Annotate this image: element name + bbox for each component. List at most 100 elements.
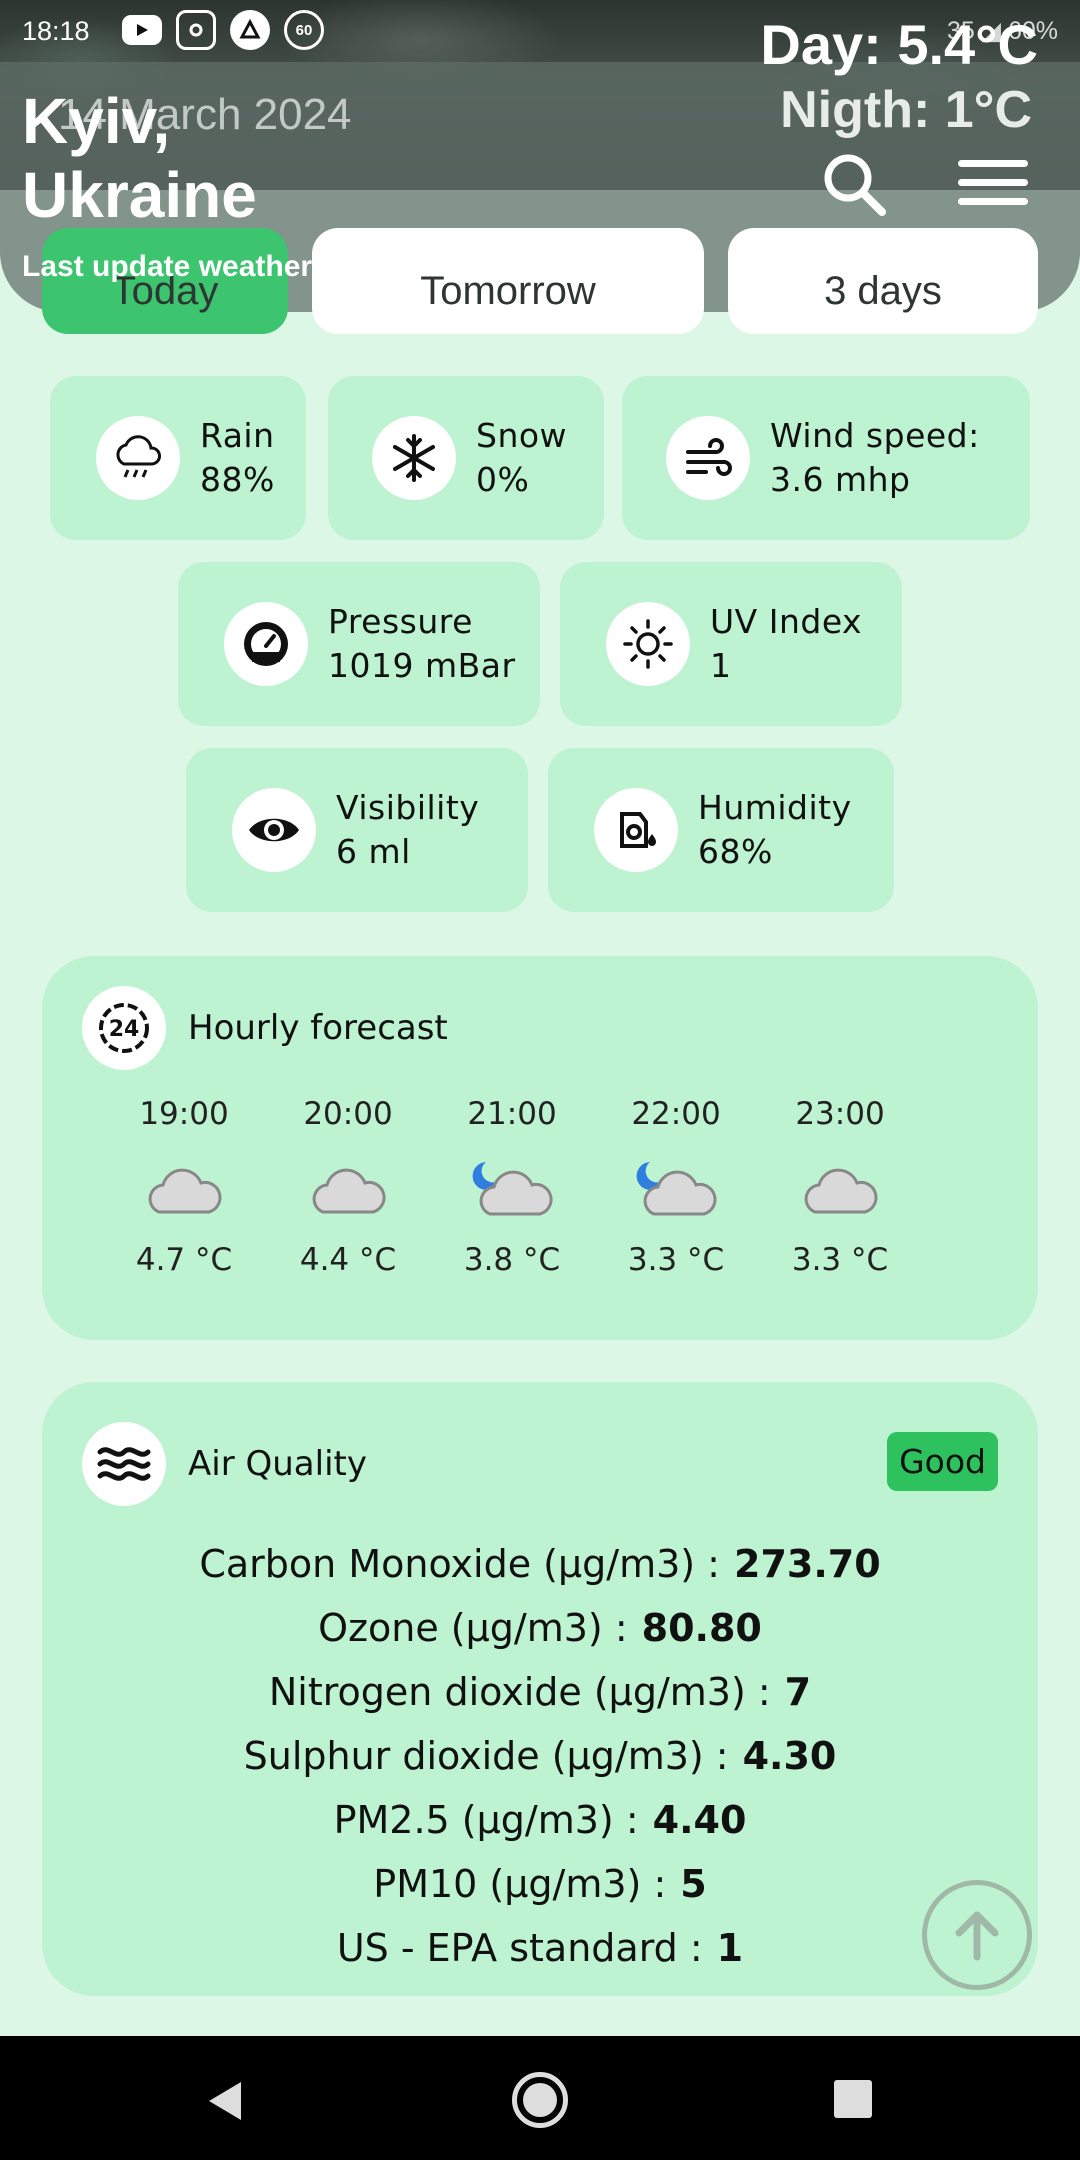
snow-label: Snow [476,416,568,455]
sun-icon [606,602,690,686]
humidity-icon [594,788,678,872]
back-button[interactable] [205,2080,245,2126]
svg-text:24: 24 [109,1017,140,1042]
humidity-label: Humidity [698,788,852,827]
recent-apps-button[interactable] [834,2080,872,2118]
aq-row: Carbon Monoxide (μg/m3) : 273.70 [42,1532,1038,1596]
hamburger-icon [958,160,1028,167]
status-time: 18:18 [22,16,90,46]
air-quality-title: Air Quality [188,1444,367,1484]
aq-label: US - EPA standard : [336,1926,703,1970]
air-quality-panel: Air Quality Good Carbon Monoxide (μg/m3)… [42,1382,1038,1996]
aq-label: Ozone (μg/m3) : [318,1606,628,1650]
menu-button[interactable] [958,160,1028,216]
status-icons: 60 [122,10,324,50]
cloud-icon [114,1154,254,1224]
aq-value: 80.80 [641,1606,762,1650]
metric-pressure: Pressure 1019 mBar [178,562,540,726]
wind-icon [666,416,750,500]
search-icon [824,154,886,216]
pressure-label: Pressure [328,602,473,641]
aq-label: PM2.5 (μg/m3) : [333,1798,639,1842]
pressure-value: 1019 mBar [328,646,516,685]
aq-value: 5 [680,1862,707,1906]
aq-label: Sulphur dioxide (μg/m3) : [243,1734,729,1778]
uv-label: UV Index [710,602,863,641]
metric-snow: Snow 0% [328,376,604,540]
day-temperature: Day: 5.4°C [760,13,1038,76]
air-waves-icon [82,1422,166,1506]
air-quality-status-badge: Good [887,1432,998,1491]
wind-value: 3.6 mhp [770,460,911,499]
aq-row: Ozone (μg/m3) : 80.80 [42,1596,1038,1660]
hourly-item: 19:00 4.7 °C [114,1096,254,1278]
wind-label: Wind speed: [770,416,980,455]
aq-value: 1 [716,1926,744,1970]
24-hours-icon: 24 [82,986,166,1070]
metric-uv-index: UV Index 1 [560,562,902,726]
hour-temp: 3.8 °C [463,1242,561,1278]
rain-label: Rain [200,416,275,455]
aq-row: PM10 (μg/m3) : 5 [42,1852,1038,1916]
metric-visibility: Visibility 6 ml [186,748,528,912]
rain-value: 88% [200,460,275,499]
search-button[interactable] [820,150,890,220]
aq-row: PM2.5 (μg/m3) : 4.40 [42,1788,1038,1852]
cloud-moon-icon [442,1154,582,1224]
visibility-value: 6 ml [336,832,411,871]
snowflake-icon [372,416,456,500]
hour-temp: 4.4 °C [299,1242,397,1278]
instagram-icon [176,10,216,50]
hourly-forecast-title: Hourly forecast [188,1008,448,1048]
app-icon [230,10,270,50]
gauge-icon [224,602,308,686]
hour-temp: 3.3 °C [791,1242,889,1278]
hourly-item: 23:00 3.3 °C [770,1096,910,1278]
aq-value: 4.40 [652,1798,747,1842]
youtube-icon [122,15,162,45]
home-button[interactable] [512,2072,568,2128]
night-temperature: Nigth: 1°C [780,81,1032,139]
humidity-value: 68% [698,832,773,871]
hourly-item: 22:00 3.3 °C [606,1096,746,1278]
rain-cloud-icon [96,416,180,500]
system-navigation-bar [0,2036,1080,2160]
metric-rain: Rain 88% [50,376,306,540]
cloud-moon-icon [606,1154,746,1224]
back-triangle-icon [209,2082,241,2120]
hour-time: 19:00 [139,1096,229,1132]
metric-humidity: Humidity 68% [548,748,894,912]
aq-row: US - EPA standard : 1 [42,1916,1038,1980]
hour-time: 22:00 [631,1096,721,1132]
aq-label: Carbon Monoxide (μg/m3) : [199,1542,720,1586]
aq-value: 7 [784,1670,812,1714]
visibility-label: Visibility [336,788,480,827]
city-name: Kyiv, Ukraine [22,85,257,231]
hourly-item: 20:00 4.4 °C [278,1096,418,1278]
hour-time: 23:00 [795,1096,885,1132]
hour-temp: 3.3 °C [627,1242,725,1278]
aq-row: Nitrogen dioxide (μg/m3) : 7 [42,1660,1038,1724]
uv-value: 1 [710,646,732,685]
aq-value: 273.70 [734,1542,881,1586]
hourly-forecast-panel: 24 Hourly forecast 19:00 4.7 °C 20:00 4.… [42,956,1038,1340]
aq-row: Sulphur dioxide (μg/m3) : 4.30 [42,1724,1038,1788]
last-update-text: Last update weather: 18:15 [22,250,408,283]
60-badge-icon: 60 [284,10,324,50]
tab-3-days[interactable]: 3 days [728,228,1038,334]
home-circle-icon [523,2083,557,2117]
aq-label: PM10 (μg/m3) : [373,1862,667,1906]
hour-time: 20:00 [303,1096,393,1132]
snow-value: 0% [476,460,530,499]
cloud-icon [770,1154,910,1224]
metric-wind: Wind speed: 3.6 mhp [622,376,1030,540]
eye-icon [232,788,316,872]
scroll-to-top-button[interactable] [922,1880,1032,1990]
cloud-icon [278,1154,418,1224]
air-quality-list: Carbon Monoxide (μg/m3) : 273.70 Ozone (μ… [42,1532,1038,1980]
hour-temp: 4.7 °C [135,1242,233,1278]
arrow-up-icon [955,1911,999,1961]
hour-time: 21:00 [467,1096,557,1132]
aq-value: 4.30 [742,1734,837,1778]
hourly-item: 21:00 3.8 °C [442,1096,582,1278]
